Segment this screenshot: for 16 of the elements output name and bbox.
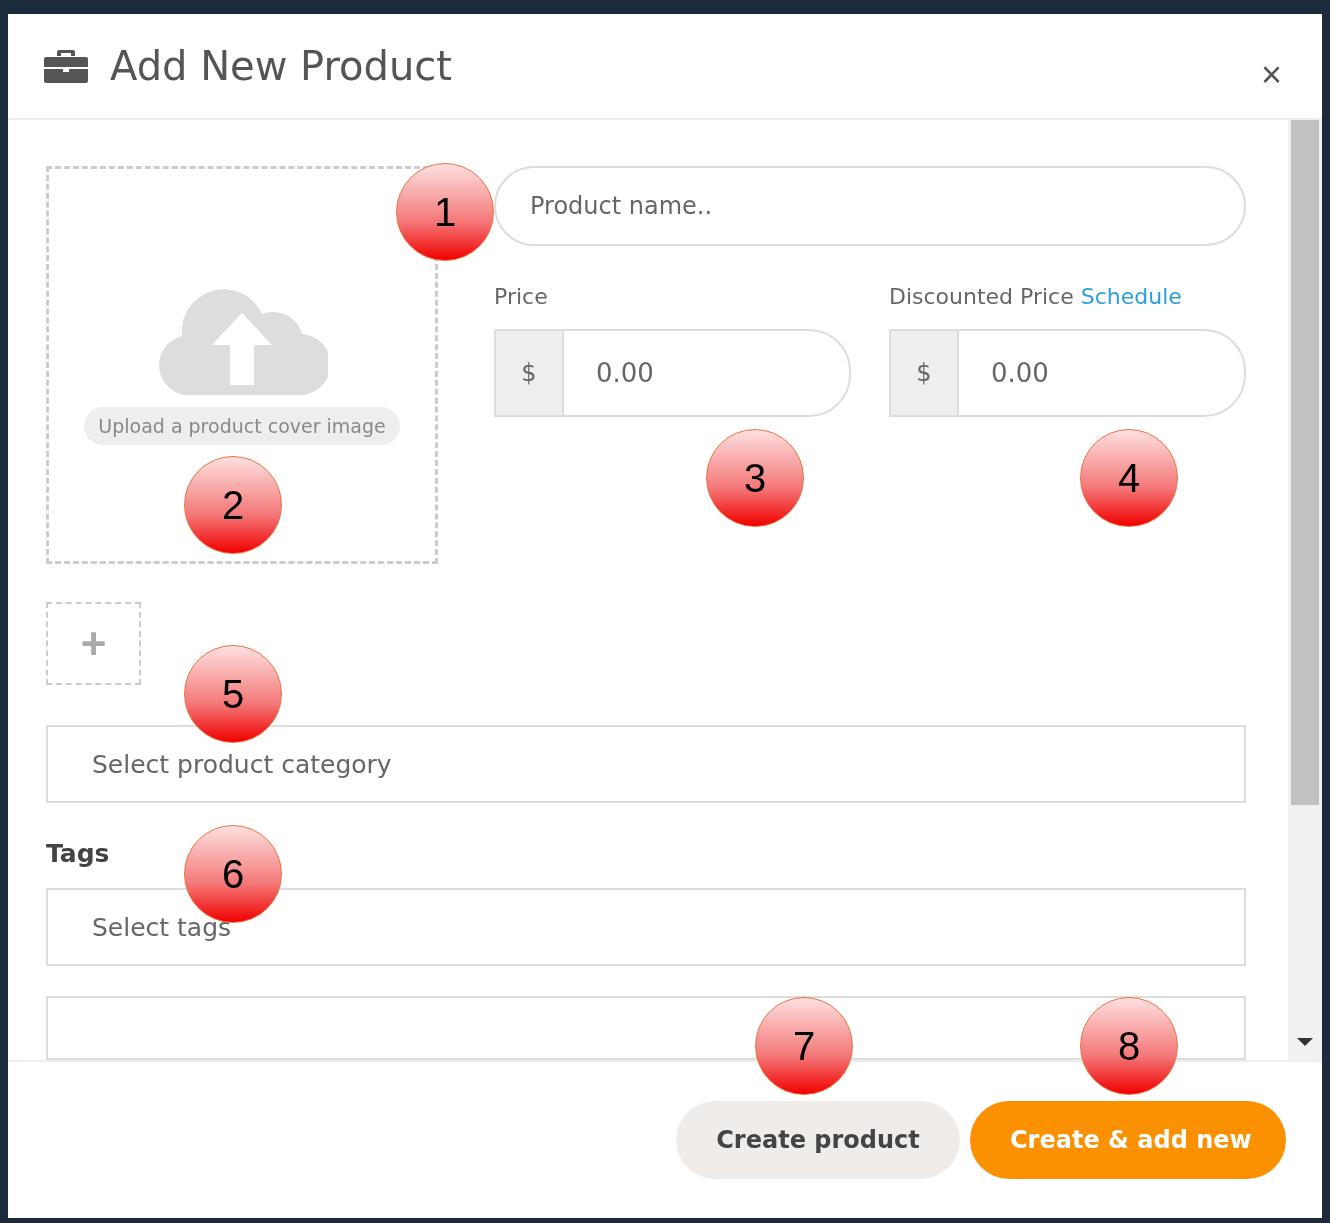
discounted-price-field[interactable]: $ 0.00 <box>889 329 1246 417</box>
discounted-price-label: Discounted Price Schedule <box>889 284 1183 309</box>
close-button[interactable]: × <box>1256 54 1286 96</box>
scrollbar[interactable] <box>1288 120 1322 1060</box>
upload-label: Upload a product cover image <box>84 407 400 445</box>
category-select[interactable]: Select product category <box>46 725 1246 804</box>
product-name-field[interactable]: Product name.. <box>494 166 1246 246</box>
tags-label: Tags <box>46 839 111 869</box>
description-field[interactable] <box>46 996 1246 1060</box>
create-product-button[interactable]: Create product <box>676 1101 960 1179</box>
schedule-link[interactable]: Schedule <box>1080 284 1182 309</box>
dialog-title: Add New Product <box>110 43 453 89</box>
price-field[interactable]: $ 0.00 <box>494 329 851 417</box>
tags-select[interactable]: Select tags <box>46 888 1246 966</box>
briefcase-icon <box>44 47 88 85</box>
price-label: Price <box>494 284 549 309</box>
